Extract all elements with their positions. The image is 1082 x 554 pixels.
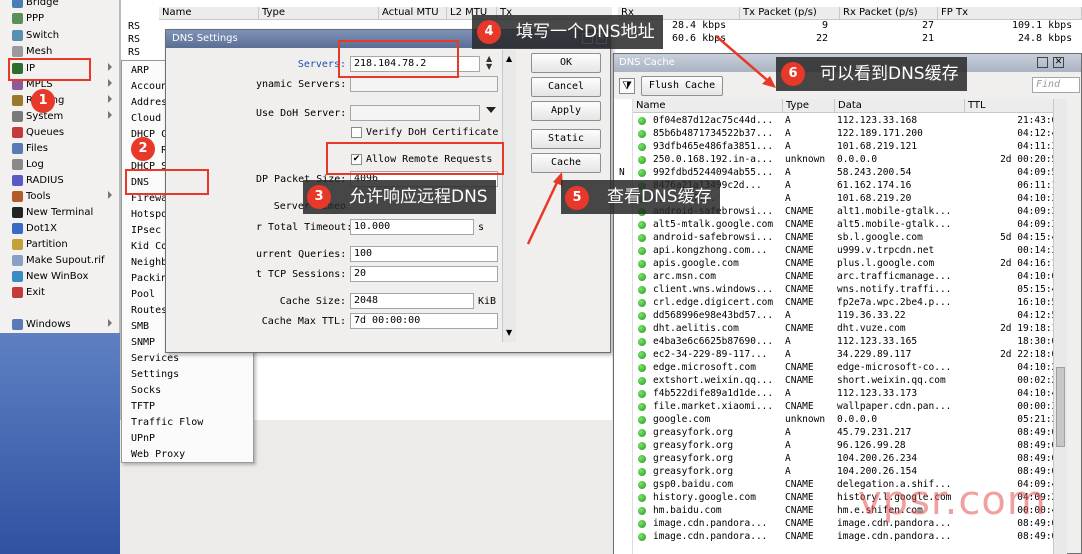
step-1-badge: 1 [31,89,55,113]
step-2-badge: 2 [131,137,155,161]
step-6-badge: 6 [781,62,805,86]
watermark: vpsr.com [858,478,1047,524]
step-4-badge: 4 [477,20,501,44]
step-3-badge: 3 [307,185,331,209]
step-5-badge: 5 [565,186,589,210]
step-3-callout: 允许响应远程DNS [303,180,496,214]
